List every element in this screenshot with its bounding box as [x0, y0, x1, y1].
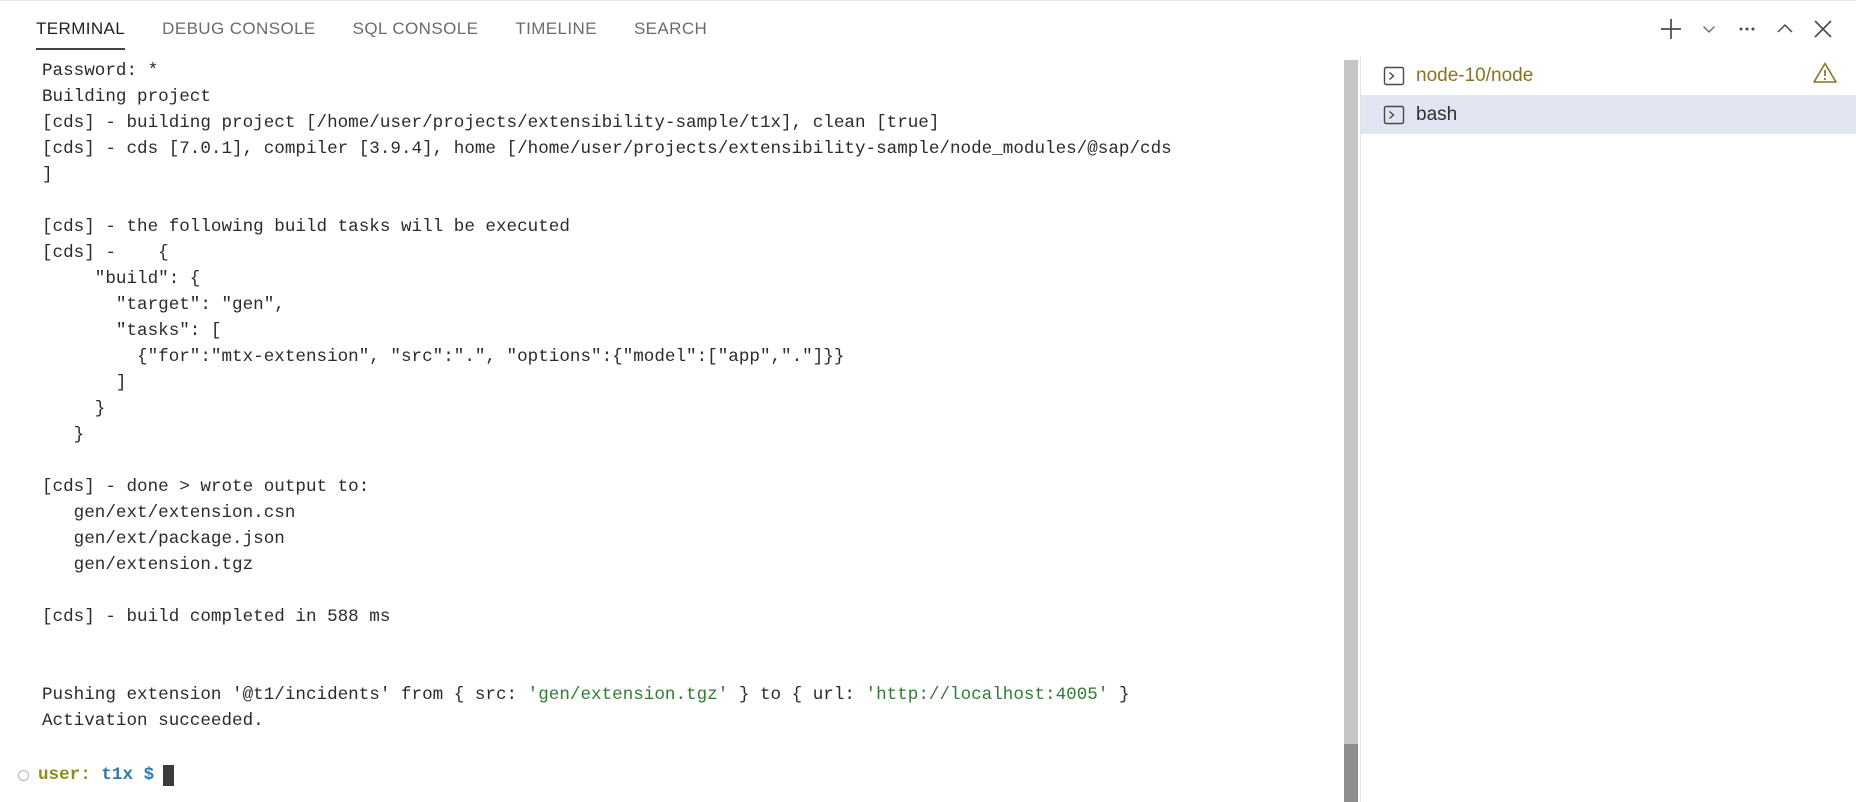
prompt-directory: t1x	[101, 765, 134, 785]
prompt-status-icon	[18, 769, 29, 781]
terminal-line: [cds] - build completed in 588 ms	[42, 607, 391, 627]
terminal-list-item-label: bash	[1416, 103, 1458, 125]
terminal-line: }	[42, 425, 85, 445]
terminal-list-item[interactable]: bash	[1361, 95, 1856, 134]
terminal-string-literal: 'gen/extension.tgz'	[527, 685, 729, 705]
terminal-line: [cds] - building project [/home/user/pro…	[42, 113, 940, 133]
tab-debug-console[interactable]: DEBUG CONSOLE	[162, 1, 316, 56]
terminal-text-segment: Pushing extension '@t1/incidents' from {…	[42, 685, 528, 705]
tab-terminal-label: TERMINAL	[36, 18, 126, 38]
prompt-symbol: $	[143, 765, 155, 785]
panel-tabs: TERMINAL DEBUG CONSOLE SQL CONSOLE TIMEL…	[0, 1, 744, 56]
close-panel-button[interactable]	[1804, 10, 1842, 48]
terminal-line: "tasks": [	[42, 321, 222, 341]
panel-header-actions	[1652, 1, 1842, 56]
terminal-line: Password: *	[42, 61, 159, 81]
panel-more-actions-button[interactable]	[1728, 10, 1766, 48]
terminal-line: }	[42, 399, 106, 419]
close-icon	[1811, 17, 1835, 41]
panel-header: TERMINAL DEBUG CONSOLE SQL CONSOLE TIMEL…	[0, 1, 1856, 56]
terminal-text-segment: } to { url:	[728, 685, 866, 705]
tab-terminal[interactable]: TERMINAL	[36, 1, 126, 56]
chevron-down-icon	[1700, 20, 1718, 38]
terminal-text-segment: }	[1108, 685, 1130, 705]
ellipsis-icon	[1736, 18, 1758, 40]
maximize-panel-button[interactable]	[1766, 10, 1804, 48]
tab-sql-console[interactable]: SQL CONSOLE	[353, 1, 479, 56]
terminal-line: "target": "gen",	[42, 295, 285, 315]
terminal-list-item[interactable]: node-10/node	[1361, 56, 1856, 95]
terminal-line: {"for":"mtx-extension", "src":".", "opti…	[42, 347, 845, 367]
terminal-line: [cds] - {	[42, 243, 169, 263]
terminal-list-item-label: node-10/node	[1416, 64, 1534, 86]
tab-sql-console-label: SQL CONSOLE	[352, 18, 479, 38]
terminal-line: [cds] - the following build tasks will b…	[42, 217, 570, 237]
terminal-line: Pushing extension '@t1/incidents' from {…	[42, 682, 1172, 708]
terminal-line: [cds] - cds [7.0.1], compiler [3.9.4], h…	[42, 139, 1172, 159]
terminal-prompt[interactable]: user: t1x $	[18, 762, 175, 788]
terminal-line: gen/extension.tgz	[42, 555, 254, 575]
terminal-line: gen/ext/extension.csn	[42, 503, 296, 523]
terminal-output-text: Password: * Building project [cds] - build…	[42, 58, 1172, 734]
terminal-instance-list: node-10/node bash	[1360, 56, 1856, 802]
terminal-cursor	[163, 764, 175, 786]
terminal-line: ]	[42, 373, 127, 393]
terminal-profile-dropdown[interactable]	[1690, 10, 1728, 48]
terminal-string-literal: 'http://localhost:4005'	[865, 685, 1109, 705]
tab-search-label: SEARCH	[633, 18, 708, 38]
terminal-line: ]	[42, 165, 53, 185]
tab-debug-console-label: DEBUG CONSOLE	[162, 18, 316, 38]
tab-timeline-label: TIMELINE	[515, 18, 597, 38]
terminal-line: Activation succeeded.	[42, 711, 264, 731]
plus-icon	[1658, 16, 1684, 42]
terminal-panel: TERMINAL DEBUG CONSOLE SQL CONSOLE TIMEL…	[0, 0, 1856, 802]
terminal-scrollbar[interactable]	[1344, 60, 1358, 802]
chevron-up-icon	[1774, 18, 1796, 40]
terminal-line: [cds] - done > wrote output to:	[42, 477, 370, 497]
terminal-output-area[interactable]: Password: * Building project [cds] - build…	[0, 56, 1368, 802]
terminal-icon	[1383, 65, 1416, 87]
terminal-line: gen/ext/package.json	[42, 529, 285, 549]
tab-search[interactable]: SEARCH	[634, 1, 707, 56]
tab-timeline[interactable]: TIMELINE	[515, 1, 597, 56]
new-terminal-button[interactable]	[1652, 10, 1690, 48]
terminal-line: Building project	[42, 87, 211, 107]
terminal-icon	[1383, 104, 1416, 126]
terminal-line: "build": {	[42, 269, 201, 289]
prompt-user: user:	[38, 765, 91, 785]
warning-icon	[1812, 60, 1838, 91]
scrollbar-thumb[interactable]	[1344, 744, 1358, 802]
